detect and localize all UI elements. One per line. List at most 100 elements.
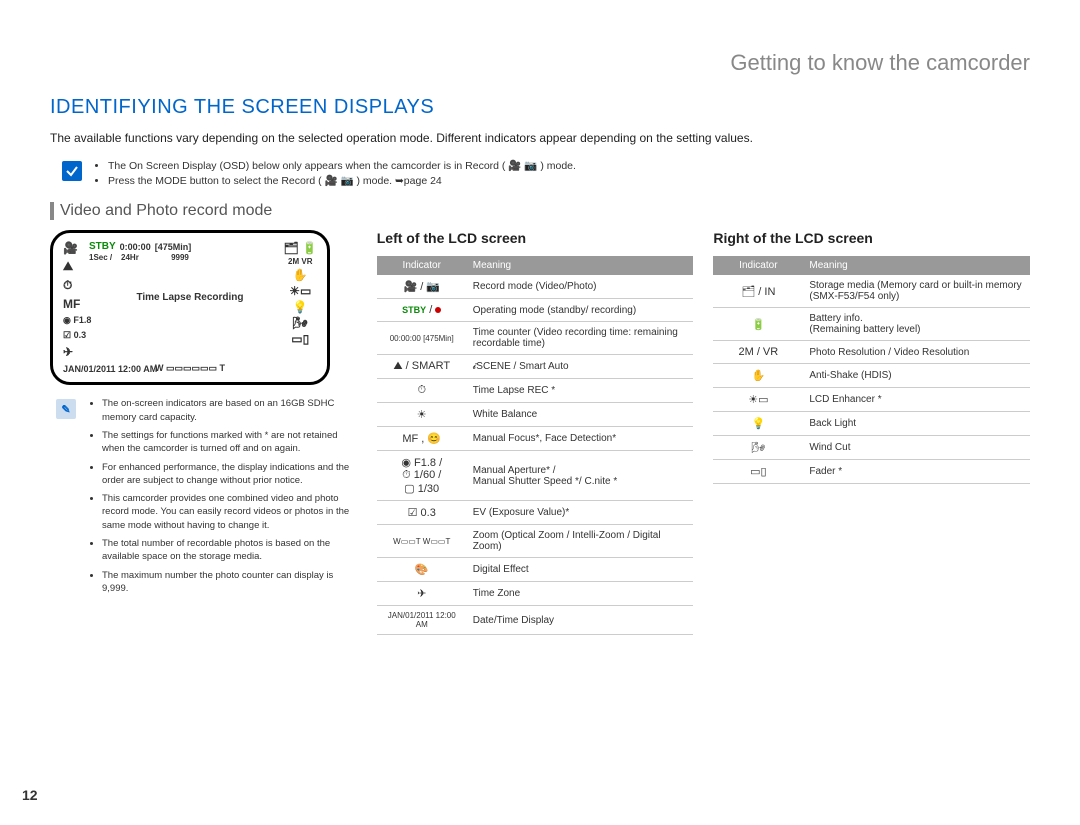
left-note-box: ✎ The on-screen indicators are based on … (50, 397, 357, 600)
table-row: JAN/01/2011 12:00 AMDate/Time Display (377, 606, 694, 635)
top-note-item: Press the MODE button to select the Reco… (108, 174, 576, 189)
meaning-cell: LCD Enhancer * (803, 388, 1030, 412)
table-row: ☑ 0.3EV (Exposure Value)* (377, 501, 694, 525)
lcd-zoom-bar: W ▭▭▭▭▭▭ T (155, 363, 225, 374)
lcd-min: [475Min] (155, 242, 192, 252)
left-screen-title: Left of the LCD screen (377, 230, 694, 246)
table-row: 00:00:00 [475Min]Time counter (Video rec… (377, 322, 694, 355)
meaning-cell: Manual Focus*, Face Detection* (467, 427, 694, 451)
table-row: ✈Time Zone (377, 582, 694, 606)
right-screen-title: Right of the LCD screen (713, 230, 1030, 246)
meaning-cell: Photo Resolution / Video Resolution (803, 341, 1030, 364)
lcd-right-icons: 🗂 🔋2M VR✋☀▭💡🌬▭▯ (283, 241, 317, 346)
indicator-cell: ☀ (377, 403, 467, 427)
meaning-cell: White Balance (467, 403, 694, 427)
subsection-header: Video and Photo record mode (50, 202, 1030, 220)
top-note-item: The On Screen Display (OSD) below only a… (108, 159, 576, 174)
table-row: 🌬Wind Cut (713, 436, 1030, 460)
th-meaning: Meaning (467, 256, 694, 275)
table-row: ☀White Balance (377, 403, 694, 427)
meaning-cell: EV (Exposure Value)* (467, 501, 694, 525)
indicator-cell: 🎥 / 📷 (377, 275, 467, 299)
th-indicator: Indicator (377, 256, 467, 275)
meaning-cell: Time Lapse REC * (467, 379, 694, 403)
section-title: IDENTIFIYING THE SCREEN DISPLAYS (50, 96, 1030, 119)
meaning-cell: Operating mode (standby/ recording) (467, 299, 694, 322)
top-note-list: The On Screen Display (OSD) below only a… (92, 159, 576, 188)
left-note-list: The on-screen indicators are based on an… (86, 397, 357, 600)
table-row: 🎥 / 📷Record mode (Video/Photo) (377, 275, 694, 299)
lcd-datetime: JAN/01/2011 12:00 AM (63, 364, 157, 374)
indicator-cell: JAN/01/2011 12:00 AM (377, 606, 467, 635)
meaning-cell: Battery info. (Remaining battery level) (803, 308, 1030, 341)
left-note-item: This camcorder provides one combined vid… (102, 492, 357, 532)
table-row: ⏱Time Lapse REC * (377, 379, 694, 403)
indicator-cell: ⏱ (377, 379, 467, 403)
table-row: 2M / VRPhoto Resolution / Video Resoluti… (713, 341, 1030, 364)
table-row: STBY / Operating mode (standby/ recordin… (377, 299, 694, 322)
meaning-cell: Wind Cut (803, 436, 1030, 460)
meaning-cell: Zoom (Optical Zoom / Intelli-Zoom / Digi… (467, 525, 694, 558)
indicator-cell: ⛰ / SMART (377, 355, 467, 379)
page-number: 12 (22, 787, 38, 803)
left-note-item: For enhanced performance, the display in… (102, 461, 357, 488)
indicator-cell: 🌬 (713, 436, 803, 460)
meaning-cell: 𝓲SCENE / Smart Auto (467, 355, 694, 379)
table-row: MF , 😊Manual Focus*, Face Detection* (377, 427, 694, 451)
subsection-title: Video and Photo record mode (60, 202, 272, 220)
indicator-cell: ☀▭ (713, 388, 803, 412)
indicator-cell: 💡 (713, 412, 803, 436)
meaning-cell: Back Light (803, 412, 1030, 436)
indicator-cell: MF , 😊 (377, 427, 467, 451)
meaning-cell: Anti-Shake (HDIS) (803, 364, 1030, 388)
indicator-cell: ▭▯ (713, 460, 803, 484)
indicator-cell: ✋ (713, 364, 803, 388)
table-row: 🗂 / INStorage media (Memory card or buil… (713, 275, 1030, 308)
th-indicator: Indicator (713, 256, 803, 275)
indicator-cell: 🎨 (377, 558, 467, 582)
right-indicator-table: Indicator Meaning 🗂 / INStorage media (M… (713, 256, 1030, 484)
table-row: ⛰ / SMART𝓲SCENE / Smart Auto (377, 355, 694, 379)
top-note-box: The On Screen Display (OSD) below only a… (50, 159, 1030, 188)
pencil-icon: ✎ (56, 399, 76, 419)
th-meaning: Meaning (803, 256, 1030, 275)
lcd-left-icons: 🎥⛰⏱MF ◉ F1.8 ☑ 0.3 ✈ (63, 241, 91, 359)
indicator-cell: ✈ (377, 582, 467, 606)
meaning-cell: Fader * (803, 460, 1030, 484)
indicator-cell: 🔋 (713, 308, 803, 341)
table-row: ▭▯Fader * (713, 460, 1030, 484)
left-note-item: The maximum number the photo counter can… (102, 569, 357, 596)
meaning-cell: Record mode (Video/Photo) (467, 275, 694, 299)
indicator-cell: 🗂 / IN (713, 275, 803, 308)
table-row: W▭▭T W▭▭TZoom (Optical Zoom / Intelli-Zo… (377, 525, 694, 558)
table-row: 💡Back Light (713, 412, 1030, 436)
indicator-cell: ◉ F1.8 / ⏱ 1/60 / ▢ 1/30 (377, 451, 467, 501)
lcd-center-text: Time Lapse Recording (63, 292, 317, 303)
table-row: 🔋Battery info. (Remaining battery level) (713, 308, 1030, 341)
indicator-cell: 2M / VR (713, 341, 803, 364)
indicator-cell: W▭▭T W▭▭T (377, 525, 467, 558)
meaning-cell: Manual Aperture* / Manual Shutter Speed … (467, 451, 694, 501)
indicator-cell: STBY / (377, 299, 467, 322)
meaning-cell: Time counter (Video recording time: rema… (467, 322, 694, 355)
indicator-cell: ☑ 0.3 (377, 501, 467, 525)
subsection-bar (50, 202, 54, 220)
lcd-stby: STBY (89, 241, 116, 252)
left-indicator-table: Indicator Meaning 🎥 / 📷Record mode (Vide… (377, 256, 694, 635)
meaning-cell: Date/Time Display (467, 606, 694, 635)
table-row: ◉ F1.8 / ⏱ 1/60 / ▢ 1/30Manual Aperture*… (377, 451, 694, 501)
meaning-cell: Time Zone (467, 582, 694, 606)
table-row: ✋Anti-Shake (HDIS) (713, 364, 1030, 388)
chapter-title: Getting to know the camcorder (50, 50, 1030, 76)
check-icon (62, 161, 82, 181)
left-note-item: The total number of recordable photos is… (102, 537, 357, 564)
table-row: ☀▭LCD Enhancer * (713, 388, 1030, 412)
intro-text: The available functions vary depending o… (50, 131, 1030, 145)
left-note-item: The settings for functions marked with *… (102, 429, 357, 456)
meaning-cell: Storage media (Memory card or built-in m… (803, 275, 1030, 308)
indicator-cell: 00:00:00 [475Min] (377, 322, 467, 355)
lcd-timer: 0:00:00 (120, 242, 151, 252)
table-row: 🎨Digital Effect (377, 558, 694, 582)
left-note-item: The on-screen indicators are based on an… (102, 397, 357, 424)
meaning-cell: Digital Effect (467, 558, 694, 582)
